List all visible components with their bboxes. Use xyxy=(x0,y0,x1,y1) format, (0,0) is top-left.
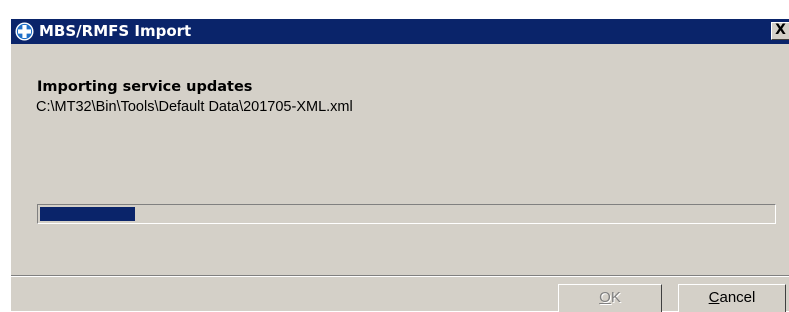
close-icon: X xyxy=(775,22,786,38)
cancel-button[interactable]: Cancel xyxy=(678,284,786,312)
import-dialog: MBS/RMFS Import X Importing service upda… xyxy=(10,18,789,312)
progress-fill xyxy=(40,207,135,221)
file-path: C:\MT32\Bin\Tools\Default Data\201705-XM… xyxy=(36,99,353,115)
close-button[interactable]: X xyxy=(771,22,789,40)
window-title: MBS/RMFS Import xyxy=(39,22,192,40)
cancel-mnemonic: C xyxy=(708,289,720,306)
ok-button[interactable]: OK xyxy=(558,284,662,312)
status-heading: Importing service updates xyxy=(37,79,253,95)
footer-divider xyxy=(11,275,789,277)
ok-mnemonic: O xyxy=(599,289,611,306)
app-cross-icon xyxy=(15,22,34,41)
progress-bar xyxy=(37,204,776,224)
ok-label-rest: K xyxy=(610,289,621,306)
title-bar[interactable]: MBS/RMFS Import X xyxy=(11,19,789,44)
cancel-label-rest: ancel xyxy=(719,289,756,306)
